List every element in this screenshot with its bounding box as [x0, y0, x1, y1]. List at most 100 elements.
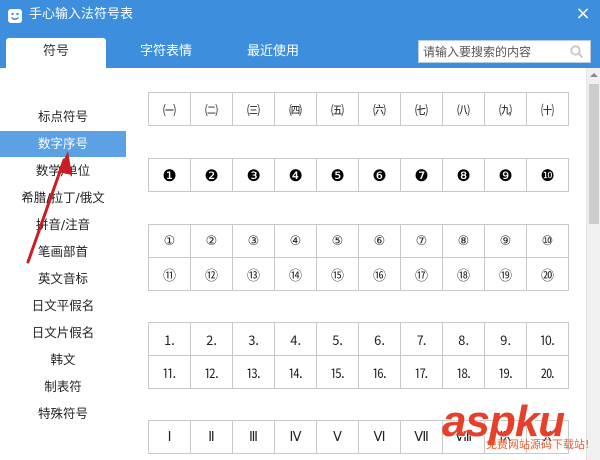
symbol-cell[interactable]: ⒐ — [485, 323, 527, 356]
symbol-cell[interactable]: ⑮ — [317, 258, 359, 291]
symbol-cell[interactable]: ㈡ — [191, 93, 233, 126]
symbol-cell[interactable]: Ⅶ — [401, 421, 443, 454]
vertical-scrollbar[interactable] — [586, 68, 600, 460]
sidebar-item-katakana[interactable]: 日文片假名 — [0, 320, 126, 346]
symbol-cell[interactable]: ⒓ — [191, 356, 233, 389]
symbol-cell[interactable]: ❻ — [359, 159, 401, 192]
symbol-cell[interactable]: ⑪ — [149, 258, 191, 291]
scrollbar-thumb[interactable] — [589, 84, 599, 224]
app-smiley-icon — [8, 9, 22, 23]
symbol-cell[interactable]: Ⅸ — [485, 421, 527, 454]
symbol-cell[interactable]: Ⅵ — [359, 421, 401, 454]
symbol-cell[interactable]: ❺ — [317, 159, 359, 192]
grid-parenthesized-ideographs: ㈠ ㈡ ㈢ ㈣ ㈤ ㈥ ㈦ ㈧ ㈨ ㈩ — [148, 92, 569, 126]
symbol-cell[interactable]: ⑲ — [485, 258, 527, 291]
tab-char-emoticons[interactable]: 字符表情 — [120, 38, 212, 68]
close-button[interactable]: × — [572, 4, 594, 24]
tab-recent[interactable]: 最近使用 — [228, 38, 318, 68]
symbol-cell[interactable]: ⒛ — [527, 356, 569, 389]
symbol-cell[interactable]: ❾ — [485, 159, 527, 192]
symbol-cell[interactable]: ❼ — [401, 159, 443, 192]
grid-circled-numbers: ① ② ③ ④ ⑤ ⑥ ⑦ ⑧ ⑨ ⑩ ⑪ ⑫ ⑬ ⑭ ⑮ ⑯ ⑰ ⑱ ⑲ ⑳ — [148, 224, 569, 291]
grid-numbers-with-period: ⒈ ⒉ ⒊ ⒋ ⒌ ⒍ ⒎ ⒏ ⒐ ⒑ ⒒ ⒓ ⒔ ⒕ ⒖ ⒗ ⒘ ⒙ ⒚ ⒛ — [148, 322, 569, 389]
symbol-cell[interactable]: ⑧ — [443, 225, 485, 258]
symbol-cell[interactable]: ⑥ — [359, 225, 401, 258]
symbol-cell[interactable]: ⒘ — [401, 356, 443, 389]
symbol-cell[interactable]: ② — [191, 225, 233, 258]
symbol-cell[interactable]: ③ — [233, 225, 275, 258]
symbol-cell[interactable]: ❹ — [275, 159, 317, 192]
symbol-cell[interactable]: ⒕ — [275, 356, 317, 389]
symbol-cell[interactable]: ㈤ — [317, 93, 359, 126]
symbol-cell[interactable]: ⒖ — [317, 356, 359, 389]
sidebar-item-number-ordinals[interactable]: 数字序号 — [0, 131, 126, 157]
symbol-cell[interactable]: ⑳ — [527, 258, 569, 291]
symbol-cell[interactable]: ⒌ — [317, 323, 359, 356]
symbol-cell[interactable]: ⑰ — [401, 258, 443, 291]
symbol-cell[interactable]: Ⅰ — [149, 421, 191, 454]
symbol-cell[interactable]: ⒒ — [149, 356, 191, 389]
symbol-cell[interactable]: ⒗ — [359, 356, 401, 389]
symbol-cell[interactable]: ⑯ — [359, 258, 401, 291]
symbol-cell[interactable]: ⒙ — [443, 356, 485, 389]
sidebar-item-greek-latin-russian[interactable]: 希腊/拉丁/俄文 — [0, 185, 126, 211]
search-icon[interactable] — [569, 44, 585, 60]
symbol-cell[interactable]: ⒑ — [527, 323, 569, 356]
symbol-cell[interactable]: ⒔ — [233, 356, 275, 389]
symbol-cell[interactable]: ㈢ — [233, 93, 275, 126]
sidebar-item-hiragana[interactable]: 日文平假名 — [0, 293, 126, 319]
symbol-cell[interactable]: ㈠ — [149, 93, 191, 126]
symbol-cell[interactable]: ㈦ — [401, 93, 443, 126]
sidebar-item-punctuation[interactable]: 标点符号 — [0, 104, 126, 130]
symbol-cell[interactable]: ⒍ — [359, 323, 401, 356]
symbol-cell[interactable]: ㈨ — [485, 93, 527, 126]
symbol-cell[interactable]: ⒎ — [401, 323, 443, 356]
symbol-cell[interactable]: ㈧ — [443, 93, 485, 126]
symbol-cell[interactable]: ⒈ — [149, 323, 191, 356]
symbol-cell[interactable]: ⑨ — [485, 225, 527, 258]
symbol-cell[interactable]: ❽ — [443, 159, 485, 192]
symbol-cell[interactable]: ⒏ — [443, 323, 485, 356]
symbol-cell[interactable]: ⑬ — [233, 258, 275, 291]
window-title: 手心输入法符号表 — [29, 7, 134, 22]
symbol-cell[interactable]: ⑫ — [191, 258, 233, 291]
symbol-cell[interactable]: ㈥ — [359, 93, 401, 126]
symbol-cell[interactable]: ① — [149, 225, 191, 258]
symbol-cell[interactable]: ⑭ — [275, 258, 317, 291]
sidebar-item-math-units[interactable]: 数学/单位 — [0, 158, 126, 184]
grid-filled-circled-numbers: ❶ ❷ ❸ ❹ ❺ ❻ ❼ ❽ ❾ ❿ — [148, 158, 569, 192]
sidebar-item-strokes-radicals[interactable]: 笔画部首 — [0, 239, 126, 265]
symbol-cell[interactable]: Ⅴ — [317, 421, 359, 454]
symbol-cell[interactable]: ⒊ — [233, 323, 275, 356]
symbol-cell[interactable]: ④ — [275, 225, 317, 258]
symbol-cell[interactable]: ⒋ — [275, 323, 317, 356]
symbol-cell[interactable]: ⑱ — [443, 258, 485, 291]
sidebar-item-pinyin-zhuyin[interactable]: 拼音/注音 — [0, 212, 126, 238]
symbol-cell[interactable]: ⑤ — [317, 225, 359, 258]
symbol-cell[interactable]: ❸ — [233, 159, 275, 192]
symbol-cell[interactable]: Ⅹ — [527, 421, 569, 454]
symbol-cell[interactable]: ⑩ — [527, 225, 569, 258]
grid-roman-numerals: Ⅰ Ⅱ Ⅲ Ⅳ Ⅴ Ⅵ Ⅶ Ⅷ Ⅸ Ⅹ — [148, 420, 569, 454]
symbol-cell[interactable]: ⒉ — [191, 323, 233, 356]
symbol-cell[interactable]: ㈣ — [275, 93, 317, 126]
symbol-cell[interactable]: Ⅳ — [275, 421, 317, 454]
symbol-cell[interactable]: Ⅲ — [233, 421, 275, 454]
symbol-cell[interactable]: ❷ — [191, 159, 233, 192]
symbol-cell[interactable]: ㈩ — [527, 93, 569, 126]
search-box — [418, 40, 591, 63]
scroll-up-arrow-icon[interactable] — [587, 68, 600, 82]
symbol-cell[interactable]: ❿ — [527, 159, 569, 192]
symbol-cell[interactable]: ⑦ — [401, 225, 443, 258]
symbol-cell[interactable]: Ⅷ — [443, 421, 485, 454]
tab-symbols[interactable]: 符号 — [6, 38, 106, 68]
sidebar-item-special-symbols[interactable]: 特殊符号 — [0, 401, 126, 427]
search-input[interactable] — [419, 41, 567, 62]
symbol-cell[interactable]: ⒚ — [485, 356, 527, 389]
sidebar-item-english-phonetics[interactable]: 英文音标 — [0, 266, 126, 292]
symbol-cell[interactable]: ❶ — [149, 159, 191, 192]
title-bar[interactable]: 手心输入法符号表 × — [0, 0, 600, 32]
sidebar-item-korean[interactable]: 韩文 — [0, 347, 126, 373]
symbol-cell[interactable]: Ⅱ — [191, 421, 233, 454]
sidebar-item-box-drawing[interactable]: 制表符 — [0, 374, 126, 400]
